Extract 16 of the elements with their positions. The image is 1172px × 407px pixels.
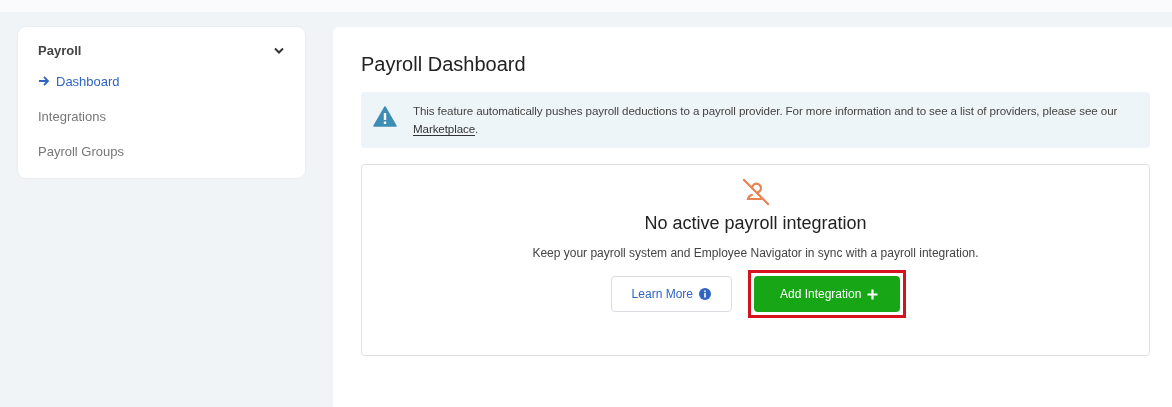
notice-text: This feature automatically pushes payroll deductions to a payroll provider. For more information and to see a list of providers, please see our Marketplace. (413, 103, 1119, 138)
add-integration-button[interactable]: Add Integration (754, 276, 901, 312)
empty-state-heading: No active payroll integration (644, 213, 867, 234)
sidebar-title: Payroll (38, 43, 82, 58)
sidebar-item[interactable]: Dashboard (38, 72, 285, 90)
page-title: Payroll Dashboard (361, 53, 527, 76)
sidebar-item[interactable]: Integrations (38, 107, 285, 125)
learn-more-button[interactable]: Learn More (610, 276, 732, 312)
warning-icon (373, 106, 397, 127)
sidebar-item[interactable]: Payroll Groups (38, 142, 285, 160)
chevron-icon[interactable] (274, 47, 284, 54)
plus-icon (867, 288, 879, 300)
arrow-icon (38, 76, 50, 86)
info-icon (699, 288, 711, 300)
empty-state-description: Keep your payroll system and Employee Navigator in sync with a payroll integration. (532, 246, 979, 260)
no-integration-icon (740, 177, 771, 207)
